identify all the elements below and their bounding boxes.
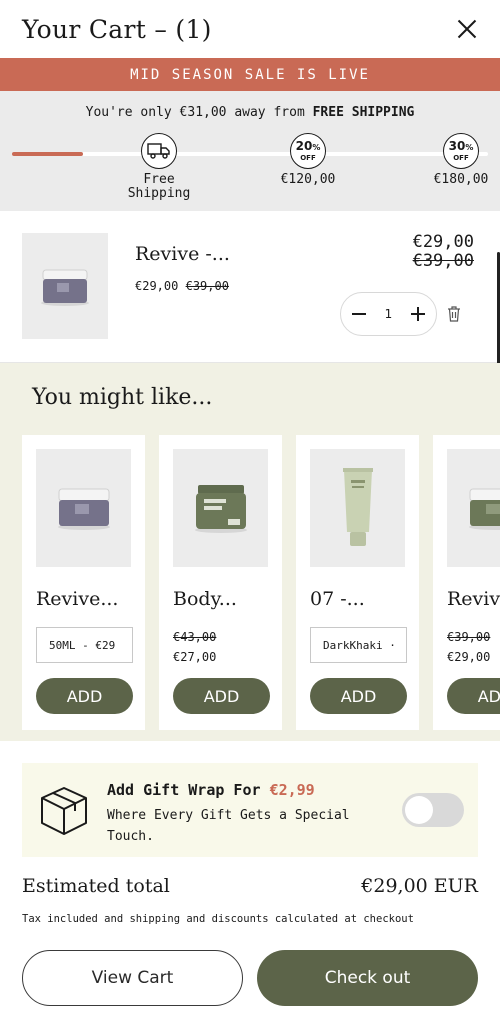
variant-select[interactable]: 50ML - €29 [36,627,133,663]
badge-off: OFF [453,154,469,162]
product-image[interactable] [36,449,131,567]
product-card-title[interactable]: Revive... [36,588,118,610]
gift-wrap-title: Add Gift Wrap For €2,99 [107,781,315,799]
estimated-total-label: Estimated total [22,875,170,897]
product-card[interactable]: Body... €43,00 €27,00 ADD [159,435,282,730]
cart-title: Your Cart – (1) [22,14,212,44]
plus-icon[interactable] [410,306,426,322]
milestone-label-line2: Shipping [127,186,191,201]
gift-wrap-toggle[interactable] [402,793,464,827]
estimated-total-row: Estimated total €29,00 EUR [22,875,478,897]
cart-header: Your Cart – (1) [0,0,500,58]
quantity-value[interactable]: 1 [385,307,393,321]
badge-off: OFF [300,154,316,162]
cart-item-price: €29,00 [135,279,179,293]
product-card-price: €27,00 [173,650,217,664]
recommendations-section: You might like... Revive... 50ML - €29 A… [0,363,500,741]
close-icon[interactable] [456,18,478,40]
product-card-prices: €39,00 €29,00 [447,627,490,667]
minus-icon[interactable] [351,306,367,322]
badge-percent: 30% [449,140,474,154]
product-card[interactable]: 07 -... DarkKhaki · ADD [296,435,419,730]
shipping-message-highlight: FREE SHIPPING [312,105,415,120]
sale-banner: MID SEASON SALE IS LIVE [0,58,500,91]
product-card[interactable]: Revive... 50ML - €29 ADD [22,435,145,730]
cart-item-compare-price: €39,00 [185,279,229,293]
product-card-compare-price: €43,00 [173,630,217,644]
checkout-button[interactable]: Check out [257,950,478,1006]
milestone-label: €120,00 [280,172,336,187]
progress-fill [12,152,84,156]
jar-image [468,488,500,530]
badge-percent-sign: % [465,143,474,152]
product-thumbnail[interactable] [22,233,108,339]
milestone-label-line1: Free [143,172,175,187]
gift-wrap-panel: Add Gift Wrap For €2,99 Where Every Gift… [22,763,478,857]
shipping-message-prefix: You're only €31,00 away from [85,105,313,120]
badge-percent-value: 30 [448,139,466,153]
discount-badge: 30% OFF [443,133,479,169]
recommendations-heading: You might like... [32,385,213,410]
cart-item-prices: €29,00 €39,00 [135,279,229,293]
view-cart-button[interactable]: View Cart [22,950,243,1006]
product-card-title[interactable]: 07 -... [310,588,365,610]
milestone-30-off: 30% OFF €180,00 [406,133,500,187]
jar-image [57,488,110,530]
variant-select[interactable]: DarkKhaki · [310,627,407,663]
add-to-cart-button[interactable]: ADD [173,678,270,714]
quantity-stepper: 1 [340,292,437,336]
milestone-20-off: 20% OFF €120,00 [253,133,363,187]
shipping-message: You're only €31,00 away from FREE SHIPPI… [0,91,500,120]
add-to-cart-button[interactable]: ADD [310,678,407,714]
estimated-total-value: €29,00 EUR [361,875,478,897]
milestone-free-shipping: Free Shipping [104,133,214,201]
gift-wrap-title-text: Add Gift Wrap For [107,781,270,799]
sale-banner-text: MID SEASON SALE IS LIVE [130,66,370,83]
cart-item-total-compare: €39,00 [412,251,474,271]
truck-icon [141,133,177,169]
free-shipping-progress: You're only €31,00 away from FREE SHIPPI… [0,91,500,211]
jar-image [194,485,247,533]
badge-percent-sign: % [312,143,321,152]
badge-percent-value: 20 [295,139,313,153]
product-card[interactable]: Revive €39,00 €29,00 ADD [433,435,500,730]
gift-wrap-price: €2,99 [269,781,315,799]
product-image[interactable] [173,449,268,567]
product-card-prices: €43,00 €27,00 [173,627,216,667]
cart-item-title[interactable]: Revive -... [135,243,230,265]
product-card-compare-price: €39,00 [447,630,491,644]
add-to-cart-button[interactable]: ADD [36,678,133,714]
box-icon [41,787,87,835]
cart-item-total: €29,00 €39,00 [413,233,474,271]
product-image[interactable] [447,449,500,567]
discount-badge: 20% OFF [290,133,326,169]
milestone-label: €180,00 [433,172,489,187]
product-image[interactable] [310,449,405,567]
milestone-label: Free Shipping [104,173,214,201]
tax-note: Tax included and shipping and discounts … [22,913,414,925]
cart-line-item: Revive -... €29,00 €39,00 €29,00 €39,00 … [0,211,500,363]
cart-item-total-price: €29,00 [412,232,474,252]
product-card-title[interactable]: Revive [447,588,500,610]
add-to-cart-button[interactable]: ADD [447,678,500,714]
tube-image [342,468,373,546]
trash-icon[interactable] [447,306,461,322]
badge-percent: 20% [296,140,321,154]
product-card-title[interactable]: Body... [173,588,237,610]
cart-footer: Add Gift Wrap For €2,99 Where Every Gift… [0,741,500,1028]
jar-image [41,269,89,306]
product-card-price: €29,00 [447,650,491,664]
gift-wrap-subtitle: Where Every Gift Gets a Special Touch. [107,808,350,844]
